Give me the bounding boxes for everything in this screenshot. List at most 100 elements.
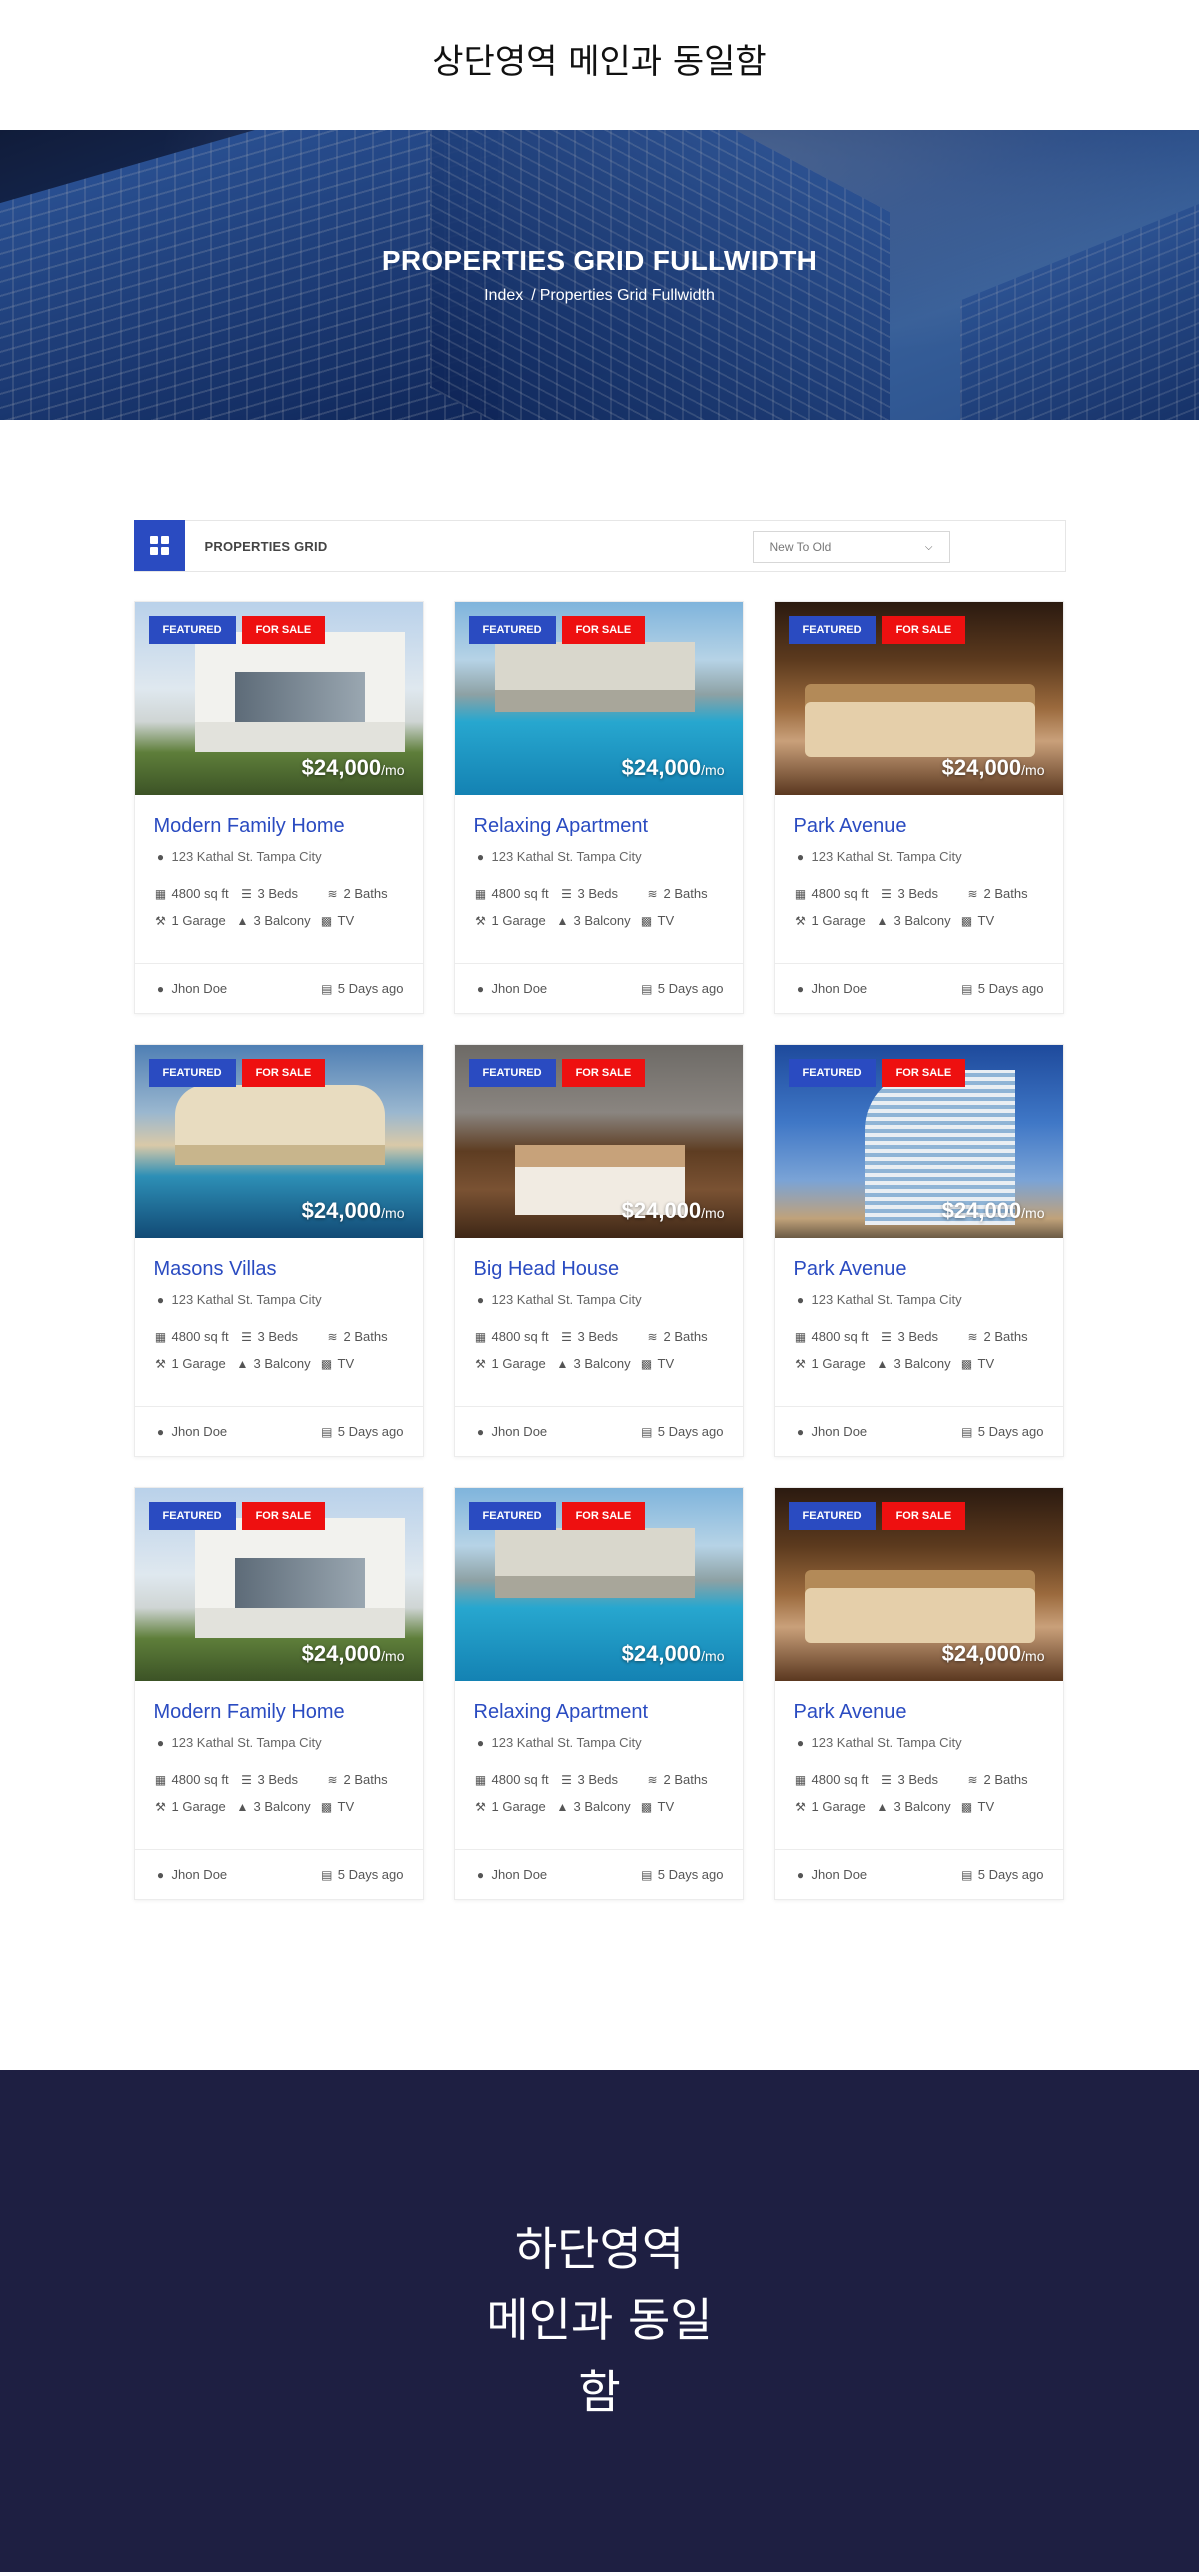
tv-feature: ▩ TV: [320, 1799, 355, 1814]
card-footer: ● Jhon Doe ▤ 5 Days ago: [134, 1849, 423, 1899]
balcony-feature: ▲ 3 Balcony: [876, 913, 960, 928]
featured-badge: FEATURED: [788, 1502, 876, 1530]
calendar-icon: ▤: [641, 981, 653, 996]
balcony-icon: ▲: [236, 913, 249, 928]
property-photo[interactable]: FEATURED FOR SALE $24,000/mo: [134, 1045, 423, 1238]
agent-link[interactable]: ● Jhon Doe: [474, 1867, 547, 1882]
footer-line-2: 메인과 동일함: [486, 2293, 713, 2419]
baths-feature: ≋ 2 Baths: [326, 1329, 387, 1344]
agent-link[interactable]: ● Jhon Doe: [474, 1424, 547, 1439]
price-unit: /mo: [1021, 1205, 1045, 1221]
price-unit: /mo: [1021, 1648, 1045, 1664]
property-photo[interactable]: FEATURED FOR SALE $24,000/mo: [454, 1045, 743, 1238]
grid-view-button[interactable]: [133, 520, 185, 571]
property-photo[interactable]: FEATURED FOR SALE $24,000/mo: [774, 1045, 1063, 1238]
property-title-link[interactable]: Masons Villas: [154, 1258, 404, 1286]
property-card[interactable]: FEATURED FOR SALE $24,000/mo Big Head Ho…: [453, 1044, 744, 1457]
property-card[interactable]: FEATURED FOR SALE $24,000/mo Park Avenue…: [773, 601, 1064, 1014]
area-text: 4800 sq ft: [811, 1772, 869, 1787]
property-photo[interactable]: FEATURED FOR SALE $24,000/mo: [134, 602, 423, 795]
baths-feature: ≋ 2 Baths: [966, 1329, 1027, 1344]
bottom-footer: 하단영역 메인과 동일함: [0, 2070, 1199, 2572]
card-body: Relaxing Apartment ● 123 Kathal St. Tamp…: [455, 795, 743, 928]
bath-icon: ≋: [327, 1772, 338, 1787]
property-title-link[interactable]: Park Avenue: [794, 1701, 1044, 1729]
property-card[interactable]: FEATURED FOR SALE $24,000/mo Park Avenue…: [773, 1487, 1064, 1900]
posted-text: 5 Days ago: [977, 1867, 1044, 1882]
breadcrumb: Index / Properties Grid Fullwidth: [0, 287, 1199, 305]
cart-icon: ⚒: [155, 913, 166, 928]
property-card[interactable]: FEATURED FOR SALE $24,000/mo Park Avenue…: [773, 1044, 1064, 1457]
agent-link[interactable]: ● Jhon Doe: [794, 1424, 867, 1439]
beds-feature: ☰ 3 Beds: [880, 1329, 966, 1344]
feature-row-2: ⚒ 1 Garage ▲ 3 Balcony ▩ TV: [474, 1799, 724, 1814]
agent-name: Jhon Doe: [171, 1424, 228, 1439]
property-photo[interactable]: FEATURED FOR SALE $24,000/mo: [454, 602, 743, 795]
address-text: 123 Kathal St. Tampa City: [811, 1735, 962, 1750]
property-title-link[interactable]: Relaxing Apartment: [474, 815, 724, 843]
beds-feature: ☰ 3 Beds: [240, 1329, 326, 1344]
featured-badge: FEATURED: [148, 1502, 236, 1530]
property-title-link[interactable]: Relaxing Apartment: [474, 1701, 724, 1729]
card-footer: ● Jhon Doe ▤ 5 Days ago: [454, 1406, 743, 1456]
balcony-text: 3 Balcony: [893, 913, 951, 928]
agent-link[interactable]: ● Jhon Doe: [794, 1867, 867, 1882]
property-card[interactable]: FEATURED FOR SALE $24,000/mo Modern Fami…: [133, 1487, 424, 1900]
property-title-link[interactable]: Big Head House: [474, 1258, 724, 1286]
feature-row-2: ⚒ 1 Garage ▲ 3 Balcony ▩ TV: [794, 1799, 1044, 1814]
bed-icon: ☰: [881, 1772, 892, 1787]
address-text: 123 Kathal St. Tampa City: [491, 1292, 642, 1307]
photo-subject: [494, 642, 695, 712]
property-photo[interactable]: FEATURED FOR SALE $24,000/mo: [774, 602, 1063, 795]
for-sale-badge: FOR SALE: [561, 616, 646, 644]
property-title-link[interactable]: Modern Family Home: [154, 815, 404, 843]
property-title-link[interactable]: Park Avenue: [794, 815, 1044, 843]
toolbar-label: PROPERTIES GRID: [204, 538, 328, 554]
garage-feature: ⚒ 1 Garage: [474, 1356, 556, 1371]
agent-link[interactable]: ● Jhon Doe: [154, 981, 227, 996]
for-sale-badge: FOR SALE: [881, 1059, 966, 1087]
balcony-feature: ▲ 3 Balcony: [876, 1356, 960, 1371]
agent-link[interactable]: ● Jhon Doe: [154, 1424, 228, 1439]
map-marker-icon: ●: [796, 1735, 805, 1750]
property-card[interactable]: FEATURED FOR SALE $24,000/mo Relaxing Ap…: [453, 1487, 744, 1900]
sort-select[interactable]: New To Old ⌵: [752, 531, 950, 563]
baths-text: 2 Baths: [343, 1772, 388, 1787]
tv-feature: ▩ TV: [320, 1356, 354, 1371]
tv-icon: ▩: [640, 1356, 653, 1371]
area-feature: ▦ 4800 sq ft: [474, 886, 560, 901]
featured-badge: FEATURED: [148, 1059, 236, 1087]
property-photo[interactable]: FEATURED FOR SALE $24,000/mo: [134, 1488, 423, 1681]
area-icon: ▦: [474, 886, 487, 901]
property-card[interactable]: FEATURED FOR SALE $24,000/mo Relaxing Ap…: [453, 601, 744, 1014]
area-feature: ▦ 4800 sq ft: [154, 1772, 240, 1787]
agent-link[interactable]: ● Jhon Doe: [794, 981, 867, 996]
property-card[interactable]: FEATURED FOR SALE $24,000/mo Masons Vill…: [133, 1044, 424, 1457]
price-unit: /mo: [701, 1648, 725, 1664]
garage-feature: ⚒ 1 Garage: [154, 913, 236, 928]
bed-icon: ☰: [561, 886, 572, 901]
agent-link[interactable]: ● Jhon Doe: [474, 981, 547, 996]
balcony-feature: ▲ 3 Balcony: [236, 913, 320, 928]
property-title-link[interactable]: Modern Family Home: [154, 1701, 404, 1729]
property-photo[interactable]: FEATURED FOR SALE $24,000/mo: [774, 1488, 1063, 1681]
agent-link[interactable]: ● Jhon Doe: [154, 1867, 227, 1882]
for-sale-badge: FOR SALE: [881, 616, 966, 644]
property-card[interactable]: FEATURED FOR SALE $24,000/mo Modern Fami…: [133, 601, 424, 1014]
feature-row-1: ▦ 4800 sq ft ☰ 3 Beds ≋ 2 Baths: [474, 886, 724, 901]
area-feature: ▦ 4800 sq ft: [794, 886, 880, 901]
property-title-link[interactable]: Park Avenue: [794, 1258, 1044, 1286]
price-unit: /mo: [381, 762, 405, 778]
garage-feature: ⚒ 1 Garage: [154, 1356, 236, 1371]
grid-icon: [149, 536, 169, 555]
tv-text: TV: [337, 1799, 355, 1814]
breadcrumb-home-link[interactable]: Index: [484, 287, 523, 304]
card-body: Park Avenue ● 123 Kathal St. Tampa City …: [775, 1238, 1063, 1371]
property-photo[interactable]: FEATURED FOR SALE $24,000/mo: [454, 1488, 743, 1681]
card-body: Modern Family Home ● 123 Kathal St. Tamp…: [135, 1681, 423, 1814]
area-feature: ▦ 4800 sq ft: [794, 1329, 880, 1344]
header-placeholder-text: 상단영역 메인과 동일함: [432, 41, 767, 82]
card-footer: ● Jhon Doe ▤ 5 Days ago: [774, 1849, 1063, 1899]
posted-text: 5 Days ago: [657, 1424, 724, 1439]
garage-feature: ⚒ 1 Garage: [474, 913, 556, 928]
